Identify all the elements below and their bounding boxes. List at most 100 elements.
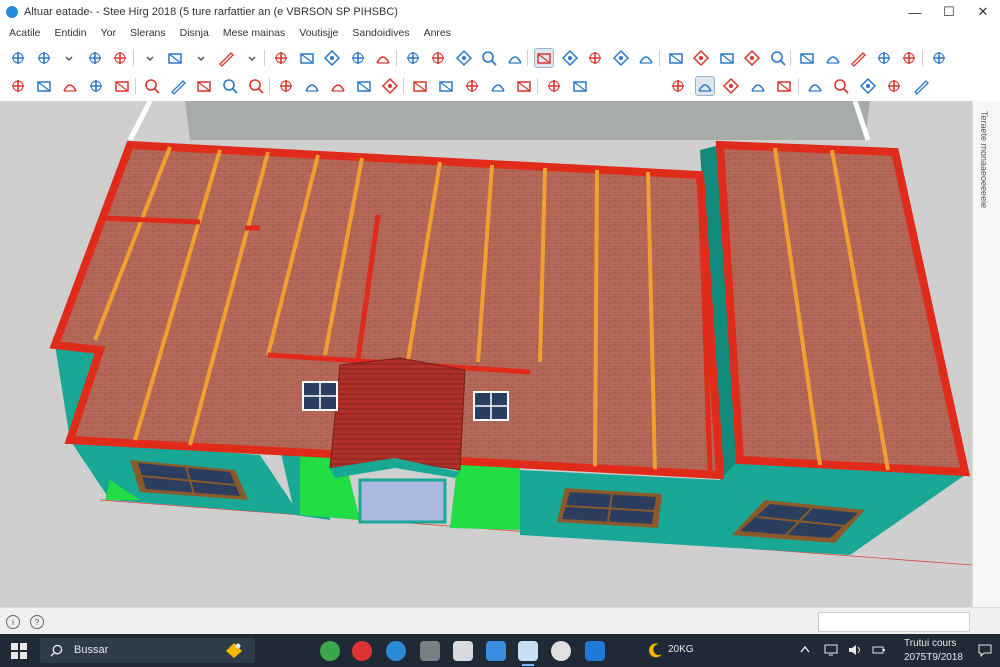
smoove-tool-button[interactable] — [276, 76, 296, 96]
measurements-box[interactable] — [818, 612, 970, 632]
intersect-tool-button[interactable] — [194, 76, 214, 96]
menu-item-file[interactable]: Acatile — [9, 27, 41, 39]
search-tool-button[interactable] — [8, 48, 28, 68]
freehand-tool-button[interactable] — [168, 76, 188, 96]
dimension-tool-button[interactable] — [717, 48, 737, 68]
volume-icon[interactable] — [848, 644, 862, 656]
taskbar-search[interactable]: Bussar — [40, 638, 255, 663]
drive-app-icon[interactable] — [420, 641, 440, 661]
orbit-tool-button[interactable] — [505, 48, 525, 68]
pencil-tool-button[interactable] — [110, 48, 130, 68]
offset-tool-button[interactable] — [403, 48, 423, 68]
maximize-button[interactable]: ☐ — [932, 0, 966, 24]
paint-bucket-tool-button[interactable] — [271, 48, 291, 68]
solar-tool-button[interactable] — [488, 76, 508, 96]
line-tool-tool-button[interactable] — [165, 48, 185, 68]
modeling-viewport[interactable] — [0, 101, 972, 607]
push-pull-tool-button[interactable] — [297, 48, 317, 68]
sketchup-app-icon[interactable] — [518, 641, 538, 666]
polygon-tool-button[interactable] — [142, 76, 162, 96]
shape-tool-button[interactable] — [60, 76, 80, 96]
fog-tool-button[interactable] — [570, 76, 590, 96]
windows-start-icon[interactable] — [11, 643, 27, 659]
editor-app-icon[interactable] — [585, 641, 605, 661]
dropdown-arrow-tool-button[interactable] — [140, 48, 160, 68]
flip-edge-tool-button[interactable] — [354, 76, 374, 96]
look-around-tool-button[interactable] — [636, 48, 656, 68]
sandbox-tool-button[interactable] — [220, 76, 240, 96]
select-arrow-tool-button[interactable] — [34, 48, 54, 68]
zoom-window-tool-button[interactable] — [748, 76, 768, 96]
component-tool-button[interactable] — [797, 48, 817, 68]
pencil-tool-button[interactable] — [8, 76, 28, 96]
rotate-tool-button[interactable] — [348, 48, 368, 68]
zoom-extents-tool-button[interactable] — [585, 48, 605, 68]
pan-tool-button[interactable] — [774, 76, 794, 96]
menu-item-camera[interactable]: Slerans — [130, 27, 166, 39]
move-tool-button[interactable] — [322, 48, 342, 68]
minimize-button[interactable]: — — [898, 0, 932, 24]
walk-tool-button[interactable] — [611, 48, 631, 68]
shadow-tool-button[interactable] — [544, 76, 564, 96]
zoom-tool-button[interactable] — [560, 48, 580, 68]
axes-tool-button[interactable] — [858, 76, 878, 96]
text-tool-button[interactable] — [742, 48, 762, 68]
group-tool-button[interactable] — [823, 48, 843, 68]
mail-app-icon[interactable] — [486, 641, 506, 661]
follow-me-tool-button[interactable] — [34, 76, 54, 96]
position-camera-tool-button[interactable] — [666, 48, 686, 68]
menu-item-window[interactable]: Voutisjje — [299, 27, 338, 39]
rectangle-tool-tool-button[interactable] — [216, 48, 236, 68]
menu-item-draw[interactable]: Disnja — [180, 27, 209, 39]
battery-icon[interactable] — [872, 644, 886, 656]
network-icon[interactable] — [824, 644, 838, 656]
default-tray-panel[interactable]: Teraete monaaeoeeeeie — [972, 101, 1000, 607]
geo-location-tool-button[interactable] — [462, 76, 482, 96]
arc-tool-button[interactable] — [112, 76, 132, 96]
pan-tool-button[interactable] — [534, 48, 554, 68]
orbit-tool-button[interactable] — [694, 76, 715, 96]
dropdown-arrow-tool-button[interactable] — [242, 48, 262, 68]
paint-tool-button[interactable] — [805, 76, 825, 96]
axes-tool-button[interactable] — [691, 48, 711, 68]
info-icon[interactable]: i — [6, 615, 20, 629]
previous-view-tool-button[interactable] — [831, 76, 851, 96]
dropdown-arrow-tool-button[interactable] — [191, 48, 211, 68]
zoom-tool-button[interactable] — [721, 76, 741, 96]
export-tool-button[interactable] — [884, 76, 904, 96]
red-app-icon[interactable] — [551, 641, 571, 661]
layers-tool-button[interactable] — [874, 48, 894, 68]
circle-tool-button[interactable] — [86, 76, 106, 96]
help-icon[interactable]: ? — [30, 615, 44, 629]
media-app-icon[interactable] — [352, 641, 372, 661]
menu-item-extensions[interactable]: Sandoidives — [352, 27, 409, 39]
outliner-tool-button[interactable] — [848, 48, 868, 68]
edge-app-icon[interactable] — [386, 641, 406, 661]
scale-tool-button[interactable] — [373, 48, 393, 68]
protractor-tool-button[interactable] — [454, 48, 474, 68]
eraser-tool-button[interactable] — [85, 48, 105, 68]
sun-tool-button[interactable] — [514, 76, 534, 96]
notes-app-icon[interactable] — [453, 641, 473, 661]
tape-measure-tool-button[interactable] — [428, 48, 448, 68]
settings-tool-button[interactable] — [911, 76, 931, 96]
warehouse-tool-button[interactable] — [410, 76, 430, 96]
scenes-tool-button[interactable] — [929, 48, 949, 68]
contour-tool-button[interactable] — [246, 76, 266, 96]
menu-item-edit[interactable]: Entidin — [55, 27, 87, 39]
drape-tool-button[interactable] — [328, 76, 348, 96]
chevron-up-icon[interactable] — [800, 645, 810, 653]
chrome-app-icon[interactable] — [320, 641, 340, 661]
menu-item-tools[interactable]: Mese mainas — [223, 27, 285, 39]
menu-item-help[interactable]: Anres — [424, 27, 451, 39]
close-button[interactable]: ✕ — [966, 0, 1000, 24]
camera-tool-button[interactable] — [668, 76, 688, 96]
styles-tool-button[interactable] — [899, 48, 919, 68]
section-plane-tool-button[interactable] — [479, 48, 499, 68]
add-detail-tool-button[interactable] — [380, 76, 400, 96]
dropdown-arrow-tool-button[interactable] — [59, 48, 79, 68]
notification-icon[interactable] — [978, 644, 992, 657]
3d-text-tool-button[interactable] — [768, 48, 788, 68]
menu-item-view[interactable]: Yor — [101, 27, 116, 39]
stamp-tool-button[interactable] — [302, 76, 322, 96]
